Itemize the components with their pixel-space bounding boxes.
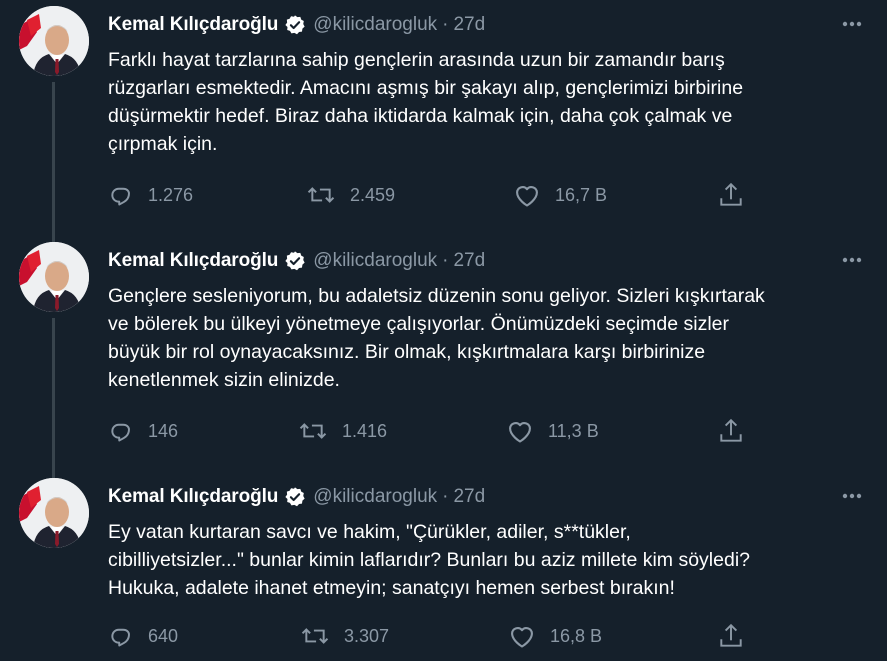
- tweet-text-line: Farklı hayat tarzlarına sahip gençlerin …: [108, 49, 725, 71]
- separator-dot: ·: [442, 486, 449, 507]
- like-button[interactable]: 11,3 B: [506, 416, 599, 446]
- tweet-text-line: kenetlenmek sizin elinizde.: [108, 369, 340, 391]
- tweet-header: Kemal Kılıçdaroğlu @kilicdarogluk · 27d: [108, 12, 485, 38]
- tweet-text-line: büyük bir rol oynayacaksınız. Bir olmak,…: [108, 341, 706, 363]
- timestamp[interactable]: 27d: [453, 14, 485, 36]
- tweet[interactable]: Kemal Kılıçdaroğlu @kilicdarogluk · 27d …: [0, 242, 887, 462]
- tweet-text: Ey vatan kurtaran savcı ve hakim, "Çürük…: [108, 518, 848, 602]
- tweet-text-line: cibilliyetsizler..." bunlar kimin laflar…: [108, 549, 750, 571]
- tweet-text-line: Gençlere sesleniyorum, bu adaletsiz düze…: [108, 285, 765, 307]
- tweet[interactable]: Kemal Kılıçdaroğlu @kilicdarogluk · 27d …: [0, 6, 887, 226]
- share-icon: [718, 417, 744, 445]
- reply-icon: [108, 623, 134, 649]
- tweet-text-line: rüzgarları esmektedir. Amacını aşmış bir…: [108, 77, 744, 99]
- reply-icon: [108, 418, 134, 444]
- verified-badge-icon: [284, 14, 306, 36]
- like-button[interactable]: 16,8 B: [508, 621, 602, 651]
- retweet-button[interactable]: 2.459: [306, 180, 395, 210]
- author-name[interactable]: Kemal Kılıçdaroğlu: [108, 486, 278, 508]
- share-icon: [718, 622, 744, 650]
- avatar-portrait: [19, 478, 89, 548]
- tweet-text: Gençlere sesleniyorum, bu adaletsiz düze…: [108, 282, 848, 394]
- retweet-button[interactable]: 3.307: [300, 621, 389, 651]
- reply-button[interactable]: 1.276: [108, 180, 193, 210]
- retweet-button[interactable]: 1.416: [298, 416, 387, 446]
- like-count: 16,7 B: [555, 184, 608, 205]
- avatar[interactable]: [19, 242, 89, 312]
- heart-icon: [506, 418, 534, 444]
- retweet-icon: [300, 623, 330, 649]
- reply-button[interactable]: 640: [108, 621, 178, 651]
- share-button[interactable]: [718, 621, 744, 651]
- reply-count: 146: [148, 420, 179, 441]
- avatar-portrait: [19, 242, 89, 312]
- more-horizontal-icon[interactable]: [839, 250, 865, 270]
- author-handle[interactable]: @kilicdarogluk: [313, 486, 437, 508]
- timestamp[interactable]: 27d: [453, 486, 485, 508]
- author-name[interactable]: Kemal Kılıçdaroğlu: [108, 14, 278, 36]
- avatar-portrait: [19, 6, 89, 76]
- reply-count: 640: [148, 625, 179, 646]
- retweet-count: 1.416: [342, 420, 388, 441]
- avatar[interactable]: [19, 478, 89, 548]
- separator-dot: ·: [442, 250, 449, 271]
- share-icon: [718, 181, 744, 209]
- separator-dot: ·: [442, 14, 449, 35]
- author-name[interactable]: Kemal Kılıçdaroğlu: [108, 250, 278, 272]
- tweet-actions: 640 3.307 16,8 B: [108, 621, 768, 651]
- reply-icon: [108, 182, 134, 208]
- tweet[interactable]: Kemal Kılıçdaroğlu @kilicdarogluk · 27d …: [0, 478, 887, 661]
- retweet-icon: [306, 182, 336, 208]
- tweet-text-line: çırpmak için.: [108, 133, 218, 155]
- verified-badge-icon: [284, 250, 306, 272]
- tweet-header: Kemal Kılıçdaroğlu @kilicdarogluk · 27d: [108, 484, 485, 510]
- tweet-text-line: ve bölerek bu ülkeyi yönetmeye çalışıyor…: [108, 313, 730, 335]
- tweet-text-line: Ey vatan kurtaran savcı ve hakim, "Çürük…: [108, 521, 631, 543]
- retweet-count: 2.459: [350, 184, 396, 205]
- avatar[interactable]: [19, 6, 89, 76]
- like-button[interactable]: 16,7 B: [513, 180, 607, 210]
- retweet-icon: [298, 418, 328, 444]
- like-count: 11,3 B: [548, 420, 599, 441]
- author-handle[interactable]: @kilicdarogluk: [313, 14, 437, 36]
- verified-badge-icon: [284, 486, 306, 508]
- heart-icon: [508, 623, 536, 649]
- tweet-actions: 146 1.416 11,3 B: [108, 416, 768, 446]
- share-button[interactable]: [718, 416, 744, 446]
- reply-count: 1.276: [148, 184, 194, 205]
- tweet-text-line: düşürmektir hedef. Biraz daha iktidarda …: [108, 105, 733, 127]
- tweet-text: Farklı hayat tarzlarına sahip gençlerin …: [108, 46, 848, 158]
- tweet-text-line: Hukuka, adalete ihanet etmeyin; sanatçıy…: [108, 577, 675, 599]
- reply-button[interactable]: 146: [108, 416, 178, 446]
- tweet-actions: 1.276 2.459 16,7 B: [108, 180, 768, 210]
- heart-icon: [513, 182, 541, 208]
- more-horizontal-icon[interactable]: [839, 14, 865, 34]
- timestamp[interactable]: 27d: [453, 250, 485, 272]
- author-handle[interactable]: @kilicdarogluk: [313, 250, 437, 272]
- more-horizontal-icon[interactable]: [839, 486, 865, 506]
- tweet-header: Kemal Kılıçdaroğlu @kilicdarogluk · 27d: [108, 248, 485, 274]
- like-count: 16,8 B: [550, 625, 603, 646]
- retweet-count: 3.307: [344, 625, 390, 646]
- share-button[interactable]: [718, 180, 744, 210]
